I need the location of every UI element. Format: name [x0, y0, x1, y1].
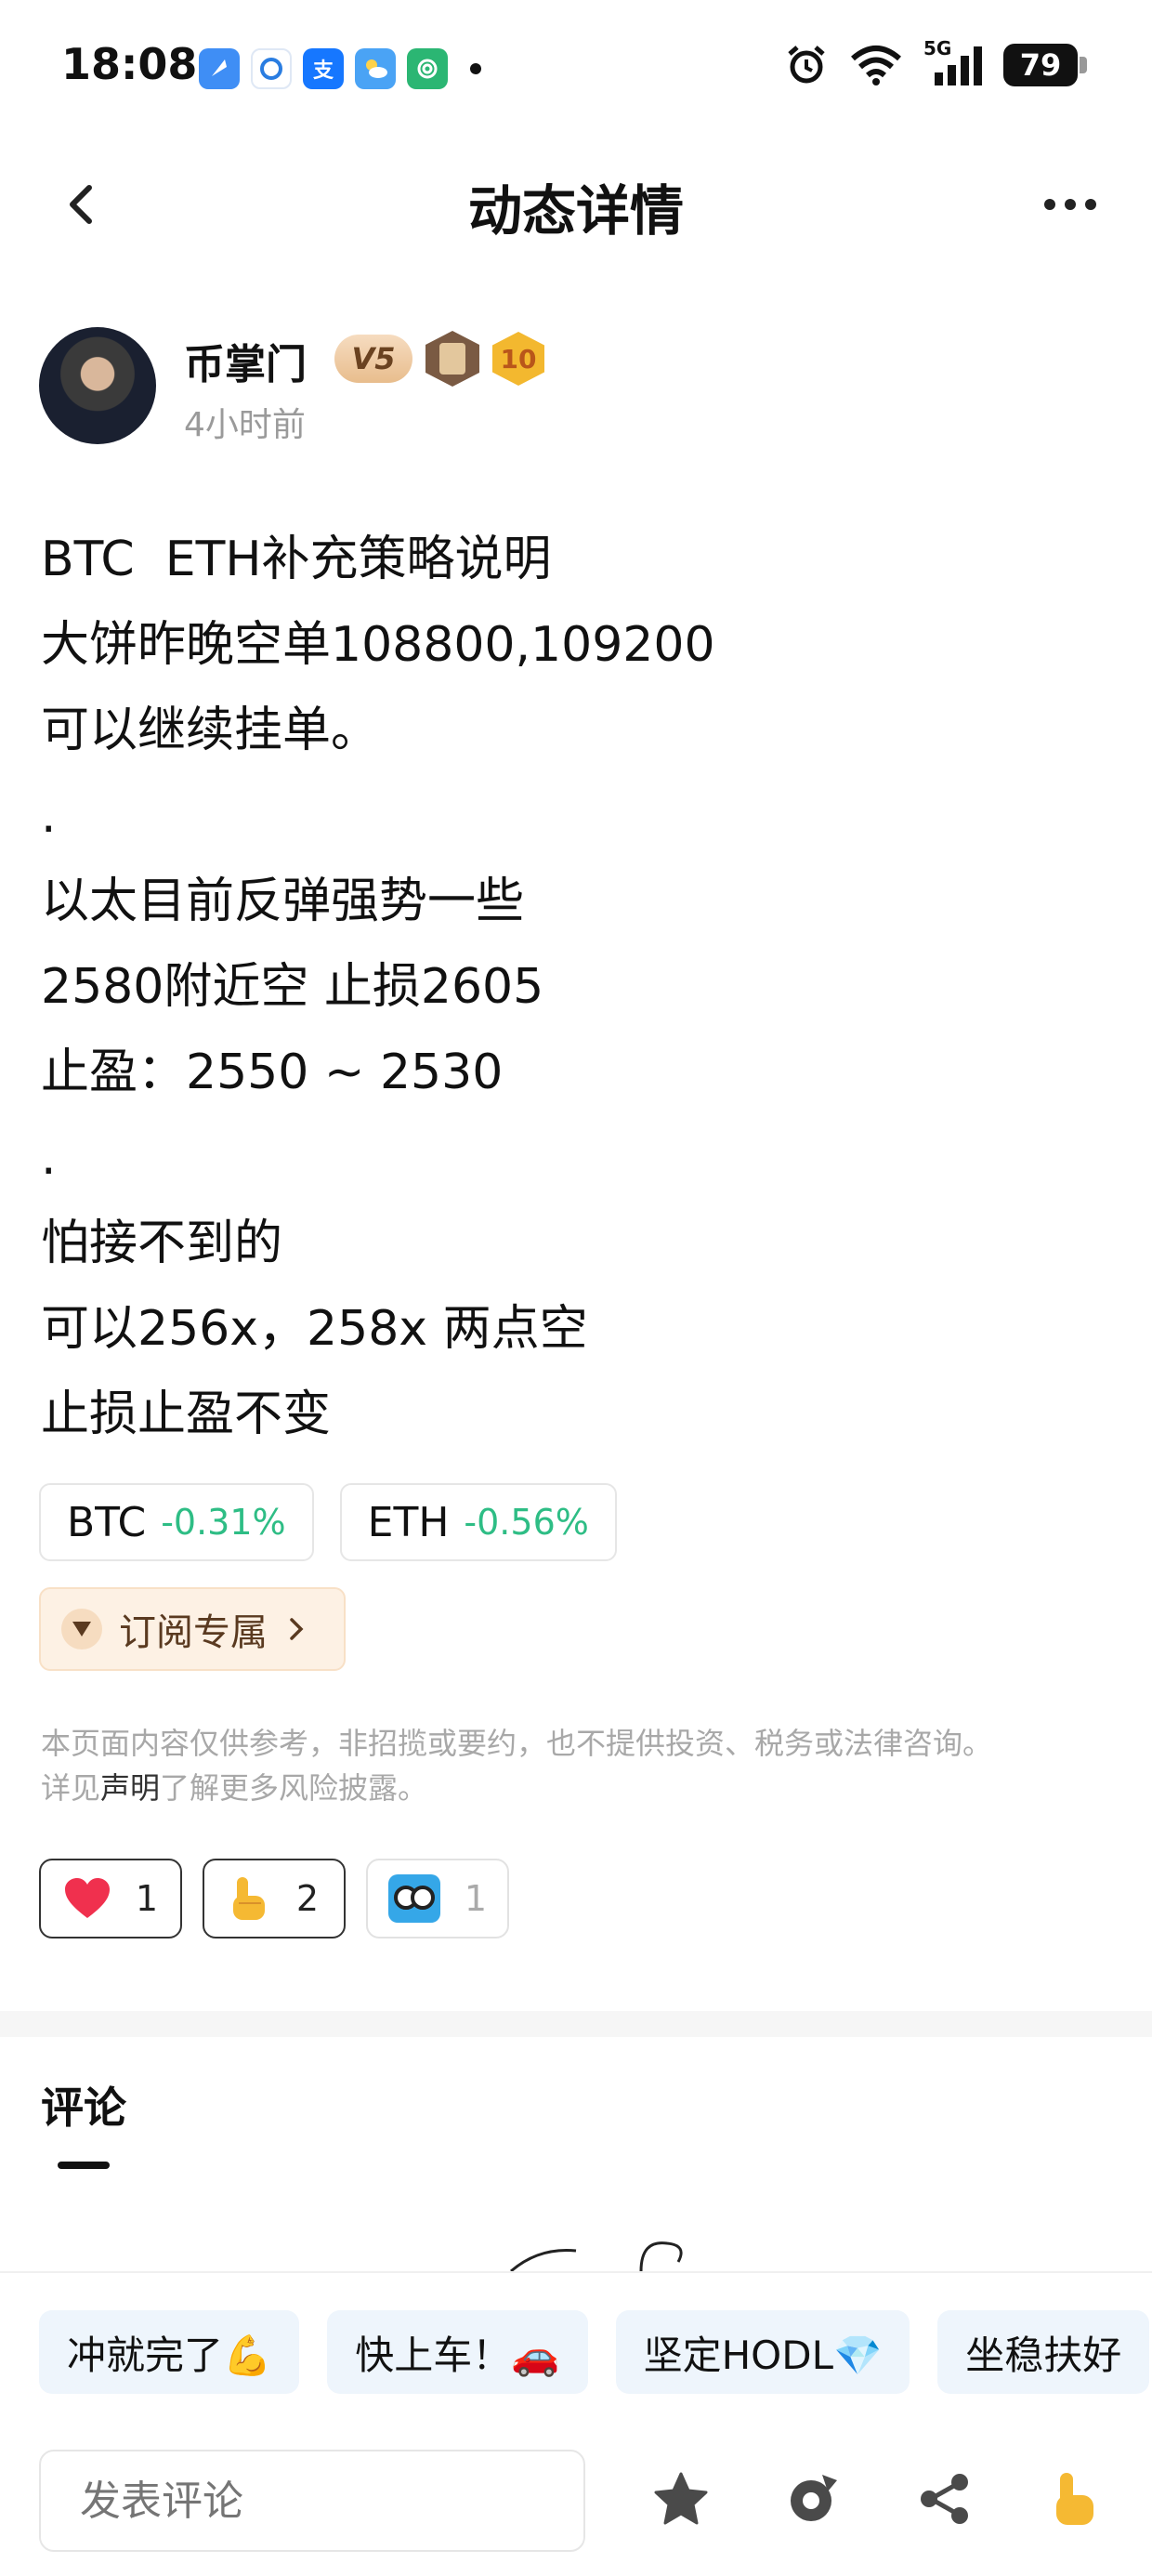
- bottom-compose-bar: 冲就完了💪 快上车！🚗 坚定HODL💎 坐稳扶好: [0, 2271, 1152, 2576]
- post-line: 怕接不到的: [41, 1216, 283, 1271]
- nav-bar: 动态详情: [0, 149, 1152, 260]
- ticker-chips: BTC -0.31% ETH -0.56%: [39, 1483, 617, 1561]
- reaction-heart[interactable]: 1: [39, 1859, 182, 1939]
- ticker-symbol: BTC: [67, 1498, 147, 1546]
- comments-tab-indicator: [58, 2162, 110, 2169]
- empty-comments-illustration: [510, 2241, 683, 2271]
- diamond-icon: [61, 1609, 102, 1649]
- number-badge[interactable]: 10: [492, 332, 544, 386]
- post-line: 可以继续挂单。: [41, 703, 380, 758]
- reaction-count: 1: [135, 1878, 159, 1919]
- disclaimer: 本页面内容仅供参考，非招揽或要约，也不提供投资、税务或法律咨询。 详见声明了解更…: [41, 1721, 1109, 1810]
- post-line: .: [41, 788, 57, 844]
- post-line: 可以256x，258x 两点空: [41, 1301, 588, 1357]
- cellular-signal-icon: 5G: [923, 37, 983, 87]
- fingerprint-icon: [407, 48, 448, 89]
- reactions: 1 2 1: [39, 1859, 509, 1939]
- star-icon: [654, 2472, 708, 2525]
- thumbs-up-icon: [232, 1877, 265, 1920]
- post-actions: [650, 2468, 1107, 2530]
- status-app-icons: 支: [199, 48, 481, 89]
- reaction-count: 2: [295, 1878, 320, 1919]
- author-name[interactable]: 币掌门: [184, 331, 307, 390]
- section-divider: [0, 2011, 1152, 2037]
- reaction-thumbs-up[interactable]: 2: [203, 1859, 346, 1939]
- wifi-icon: [851, 46, 901, 85]
- notification-dot: [470, 63, 481, 74]
- post-content: BTC ETH补充策略说明 大饼昨晚空单108800,109200 可以继续挂单…: [41, 517, 1109, 1457]
- post-line: .: [41, 1130, 57, 1186]
- heart-icon: [64, 1878, 110, 1918]
- alarm-icon: [788, 46, 825, 84]
- more-button[interactable]: [1033, 177, 1107, 232]
- tongcheng-icon: [251, 48, 292, 89]
- subscribe-label: 订阅专属: [119, 1611, 268, 1654]
- avatar[interactable]: [39, 327, 156, 444]
- ticker-change: -0.31%: [161, 1502, 286, 1543]
- quick-replies: 冲就完了💪 快上车！🚗 坚定HODL💎 坐稳扶好: [39, 2310, 1150, 2394]
- disclaimer-line: 本页面内容仅供参考，非招揽或要约，也不提供投资、税务或法律咨询。: [41, 1726, 993, 1761]
- status-bar: 18:08 支 5G 79: [0, 0, 1152, 138]
- ticker-chip-eth[interactable]: ETH -0.56%: [339, 1483, 617, 1561]
- comment-input[interactable]: [39, 2450, 585, 2552]
- hodl-owl-icon: [387, 1874, 440, 1923]
- quick-reply-chip[interactable]: 坚定HODL💎: [615, 2310, 910, 2394]
- quick-reply-chip[interactable]: 快上车！🚗: [327, 2310, 588, 2394]
- scroll-badge-icon[interactable]: [425, 331, 479, 387]
- comments-title: 评论: [41, 2083, 126, 2133]
- post-line: 止盈：2550 ~ 2530: [41, 1045, 504, 1100]
- post-line: 大饼昨晚空单108800,109200: [41, 617, 715, 673]
- post-time: 4小时前: [184, 406, 306, 444]
- post-line: 止损止盈不变: [41, 1387, 332, 1442]
- author-badges: V5 10: [334, 331, 544, 387]
- page-title: 动态详情: [467, 179, 684, 243]
- share-button[interactable]: [914, 2468, 975, 2530]
- quick-reply-chip[interactable]: 坐稳扶好: [937, 2310, 1150, 2394]
- ticker-change: -0.56%: [464, 1502, 589, 1543]
- thumbs-up-icon: [1056, 2473, 1093, 2525]
- ticker-chip-btc[interactable]: BTC -0.31%: [39, 1483, 314, 1561]
- statement-link[interactable]: 声明: [100, 1770, 160, 1806]
- status-time: 18:08: [61, 39, 198, 89]
- post-line: BTC ETH补充策略说明: [41, 532, 552, 587]
- repost-button[interactable]: [782, 2468, 844, 2530]
- reaction-count: 1: [464, 1878, 488, 1919]
- reaction-hodl[interactable]: 1: [366, 1859, 509, 1939]
- svg-text:支: 支: [313, 59, 334, 82]
- author-header: 币掌门 V5 10 4小时前: [39, 327, 1107, 448]
- alipay-icon: 支: [303, 48, 344, 89]
- blue-feather-icon: [199, 48, 240, 89]
- like-button[interactable]: [1046, 2468, 1107, 2530]
- chevron-right-icon: [290, 1618, 304, 1640]
- battery-indicator: 79: [1003, 44, 1087, 86]
- status-right: 5G 79: [784, 37, 1087, 87]
- post-line: 以太目前反弹强势一些: [41, 874, 525, 929]
- more-dots-icon: [1044, 199, 1055, 210]
- subscribe-exclusive-button[interactable]: 订阅专属: [39, 1587, 346, 1671]
- vip-level-badge[interactable]: V5: [334, 335, 412, 383]
- favorite-button[interactable]: [650, 2468, 712, 2530]
- disclaimer-prefix: 详见: [41, 1770, 101, 1806]
- quick-reply-chip[interactable]: 冲就完了💪: [39, 2310, 300, 2394]
- ticker-symbol: ETH: [367, 1498, 450, 1546]
- weather-icon: [355, 48, 396, 89]
- repost-icon: [791, 2475, 837, 2521]
- post-line: 2580附近空 止损2605: [41, 959, 544, 1015]
- disclaimer-suffix: 了解更多风险披露。: [160, 1770, 428, 1806]
- share-icon: [921, 2474, 968, 2524]
